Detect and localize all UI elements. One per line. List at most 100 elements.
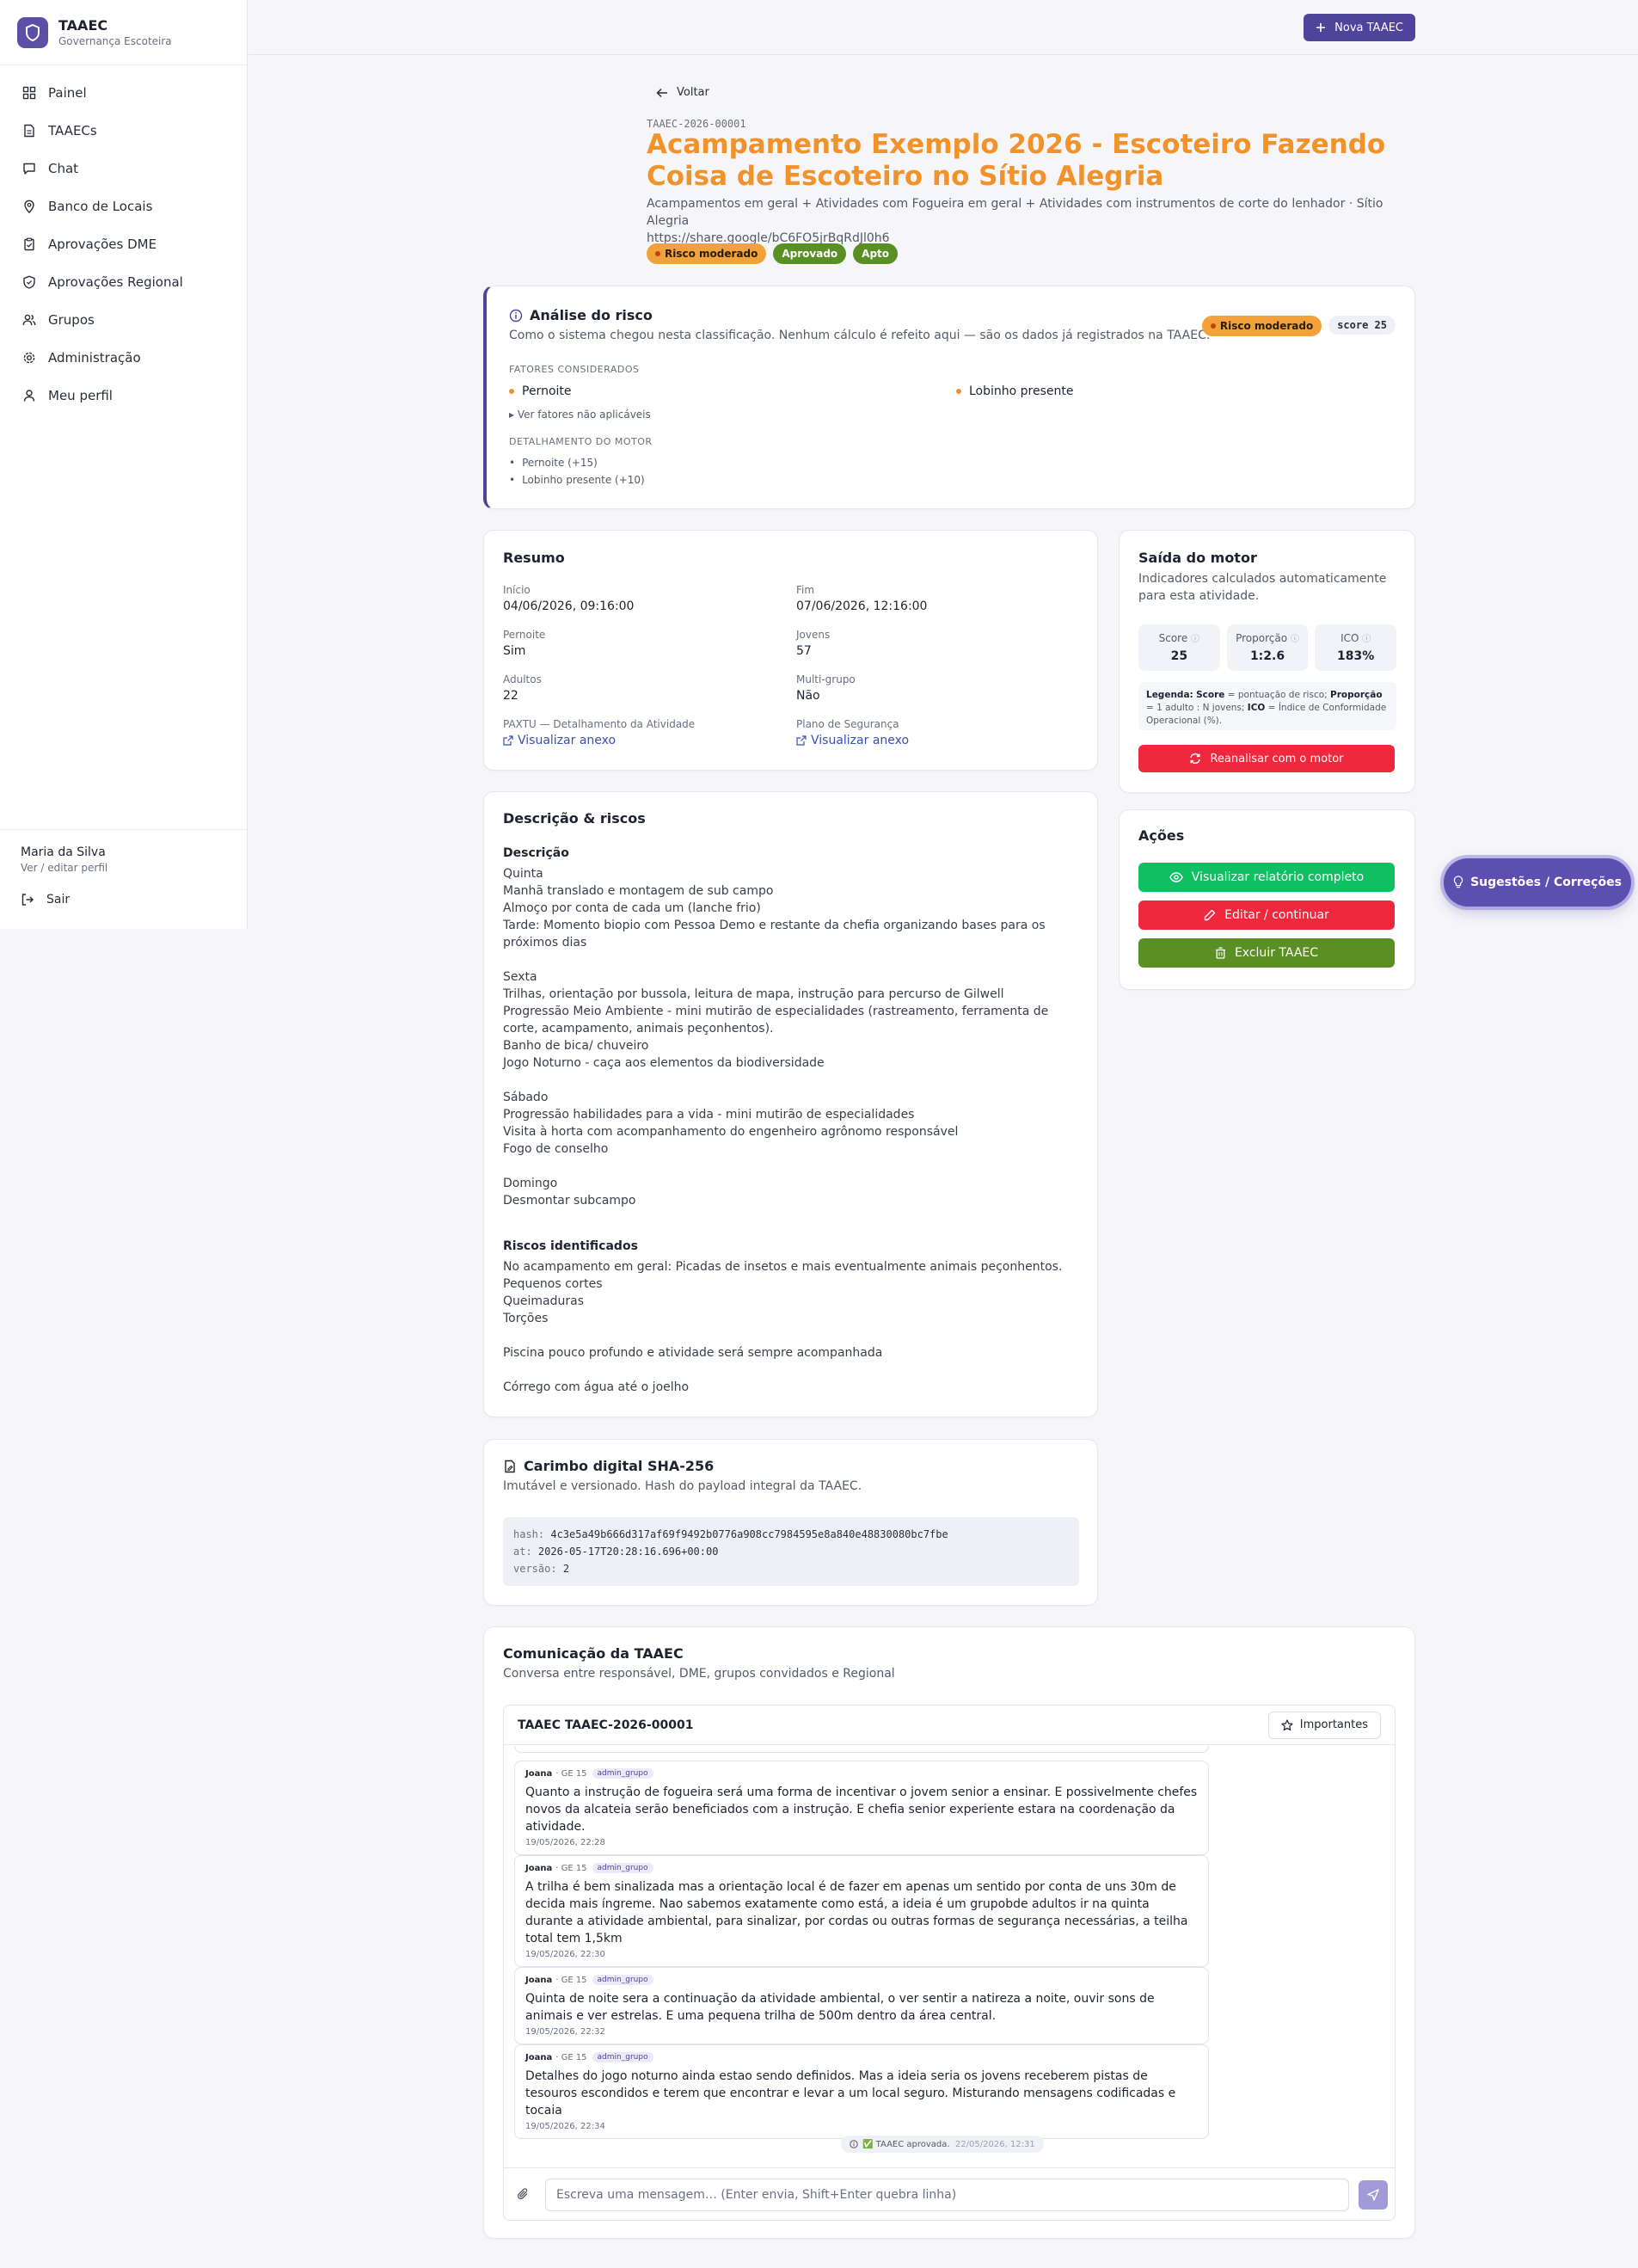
brand[interactable]: TAAEC Governança Escoteira xyxy=(0,0,247,65)
logout-button[interactable]: Sair xyxy=(21,893,226,907)
chat-message: Joana · GE 15 admin_grupo Quanto a instruç… xyxy=(514,1761,1209,1855)
field-adultos: Adultos 22 xyxy=(503,673,542,703)
edit-button[interactable]: Editar / continuar xyxy=(1138,900,1395,930)
approved-badge: Aprovado xyxy=(773,243,847,264)
eye-icon xyxy=(1169,872,1183,882)
digital-stamp-title: Carimbo digital SHA-256 xyxy=(524,1458,715,1474)
shield-logo-icon xyxy=(17,16,48,48)
delete-button[interactable]: Excluir TAAEC xyxy=(1138,938,1395,968)
grid-icon xyxy=(22,86,36,100)
sidebar-item-banco-de-locais[interactable]: Banco de Locais xyxy=(0,187,247,225)
lightbulb-icon xyxy=(1453,876,1463,888)
back-button[interactable]: Voltar xyxy=(656,86,709,99)
external-link-icon xyxy=(503,735,513,746)
sidebar-item-painel[interactable]: Painel xyxy=(0,74,247,112)
system-message-text: ✅ TAAEC aprovada. xyxy=(862,2139,950,2149)
sidebar-item-aprovacoes-dme[interactable]: Aprovações DME xyxy=(0,225,247,263)
important-button[interactable]: Importantes xyxy=(1267,1711,1381,1739)
metric-label-text: Score xyxy=(1158,632,1188,644)
risk-analysis-header: Análise do risco xyxy=(509,307,653,323)
message-author: Joana xyxy=(525,1975,553,1985)
sidebar-item-meu-perfil[interactable]: Meu perfil xyxy=(0,377,247,415)
chat-messages[interactable]: Joana · GE 15 admin_grupo Quanto a instruç… xyxy=(504,1746,1395,2167)
version-value: 2 xyxy=(562,1563,570,1575)
send-icon xyxy=(1367,2189,1379,2201)
message-author: Joana xyxy=(525,1863,553,1873)
message-input[interactable] xyxy=(545,2179,1349,2211)
users-icon xyxy=(22,314,36,326)
view-attachment-link[interactable]: Visualizar anexo xyxy=(796,734,909,747)
risk-badges: Risco moderado score 25 xyxy=(1201,316,1396,336)
field-value: 07/06/2026, 12:16:00 xyxy=(796,599,928,613)
view-report-label: Visualizar relatório completo xyxy=(1191,870,1365,884)
motor-detail-item: Lobinho presente (+10) xyxy=(509,474,645,486)
brand-subtitle: Governança Escoteira xyxy=(58,35,172,47)
status-badges: Risco moderado Aprovado Apto xyxy=(647,243,899,264)
sidebar-item-label: Grupos xyxy=(48,312,95,328)
taaec-code: TAAEC-2026-00001 xyxy=(647,118,746,130)
metric-label: ICO ⓘ xyxy=(1315,631,1396,644)
user-icon xyxy=(23,390,35,402)
edit-label: Editar / continuar xyxy=(1224,908,1329,922)
motor-detail-list: Pernoite (+15) Lobinho presente (+10) xyxy=(509,457,645,491)
new-taaec-button[interactable]: Nova TAAEC xyxy=(1304,14,1415,41)
info-icon[interactable]: ⓘ xyxy=(1291,635,1299,644)
field-label: Multi-grupo xyxy=(796,673,856,685)
reanalyze-button[interactable]: Reanalisar com o motor xyxy=(1138,745,1395,772)
show-non-applicable-toggle[interactable]: ▸ Ver fatores não aplicáveis xyxy=(509,409,651,421)
info-icon[interactable]: ⓘ xyxy=(1362,635,1371,644)
message-group: · GE 15 xyxy=(555,1975,587,1985)
sidebar-item-taaecs[interactable]: TAAECs xyxy=(0,112,247,150)
message-meta: Joana · GE 15 admin_grupo xyxy=(525,2052,1198,2062)
view-report-button[interactable]: Visualizar relatório completo xyxy=(1138,863,1395,892)
metric-label-text: ICO xyxy=(1340,632,1359,644)
field-multi-grupo: Multi-grupo Não xyxy=(796,673,856,703)
risks-label: Riscos identificados xyxy=(503,1239,638,1253)
sidebar-item-label: Chat xyxy=(48,161,79,176)
motor-metrics: Score ⓘ 25 Proporção ⓘ 1:2.6 ICO ⓘ 183% xyxy=(1138,624,1397,671)
role-badge: admin_grupo xyxy=(592,1975,653,1985)
risk-level-badge: Risco moderado xyxy=(1201,316,1322,336)
chat-subtitle: Conversa entre responsável, DME, grupos … xyxy=(503,1667,895,1681)
brand-title: TAAEC xyxy=(58,17,108,34)
message-text: A trilha é bem sinalizada mas a orientaç… xyxy=(525,1880,1188,1945)
hash-line: hash: 4c3e5a49b666d317af69f9492b0776a908… xyxy=(513,1526,1069,1543)
version-key: versão: xyxy=(513,1563,557,1575)
topbar: Nova TAAEC xyxy=(248,0,1638,55)
paperclip-icon[interactable] xyxy=(516,2187,530,2201)
info-icon[interactable]: ⓘ xyxy=(1191,635,1199,644)
sidebar-item-grupos[interactable]: Grupos xyxy=(0,301,247,339)
role-badge: admin_grupo xyxy=(592,2052,653,2062)
motor-output-card: Saída do motor Indicadores calculados au… xyxy=(1119,530,1415,793)
sidebar-item-aprovacoes-regional[interactable]: Aprovações Regional xyxy=(0,263,247,301)
sidebar-item-label: Aprovações DME xyxy=(48,237,157,252)
send-button[interactable] xyxy=(1359,2180,1388,2210)
suggestions-button[interactable]: Sugestões / Correções xyxy=(1444,858,1631,907)
at-line: at: 2026-05-17T20:28:16.696+00:00 xyxy=(513,1543,1069,1560)
hash-key: hash: xyxy=(513,1528,545,1540)
sidebar-item-administracao[interactable]: Administração xyxy=(0,339,247,377)
chat-message: Joana · GE 15 admin_grupo A trilha é bem s… xyxy=(514,1855,1209,1967)
sidebar-item-label: TAAECs xyxy=(48,123,97,138)
field-value: 04/06/2026, 09:16:00 xyxy=(503,599,635,613)
message-time: 19/05/2026, 22:28 xyxy=(525,1838,605,1847)
sidebar-item-label: Banco de Locais xyxy=(48,199,153,214)
user-block: Maria da Silva Ver / editar perfil Sair xyxy=(0,829,247,922)
motor-title: Saída do motor xyxy=(1138,550,1257,566)
field-value: 22 xyxy=(503,689,518,703)
summary-title: Resumo xyxy=(503,550,565,566)
edit-profile-link[interactable]: Ver / editar perfil xyxy=(21,862,226,874)
sidebar-item-label: Aprovações Regional xyxy=(48,274,183,290)
view-attachment-link[interactable]: Visualizar anexo xyxy=(503,734,695,747)
metric-score: Score ⓘ 25 xyxy=(1138,624,1220,671)
message-group: · GE 15 xyxy=(555,2052,587,2062)
system-message: ✅ TAAEC aprovada. 22/05/2026, 12:31 xyxy=(841,2136,1044,2153)
score-pill: score 25 xyxy=(1328,316,1396,335)
new-taaec-label: Nova TAAEC xyxy=(1334,21,1403,34)
summary-card: Resumo Início 04/06/2026, 09:16:00 Fim 0… xyxy=(483,530,1098,771)
sidebar-item-chat[interactable]: Chat xyxy=(0,150,247,187)
chat-title: Comunicação da TAAEC xyxy=(503,1645,684,1662)
user-name[interactable]: Maria da Silva xyxy=(21,845,226,859)
description-text: Quinta Manhã translado e montagem de sub… xyxy=(503,867,1049,1208)
metrics-legend: Legenda: Score = pontuação de risco; Pro… xyxy=(1138,682,1396,730)
